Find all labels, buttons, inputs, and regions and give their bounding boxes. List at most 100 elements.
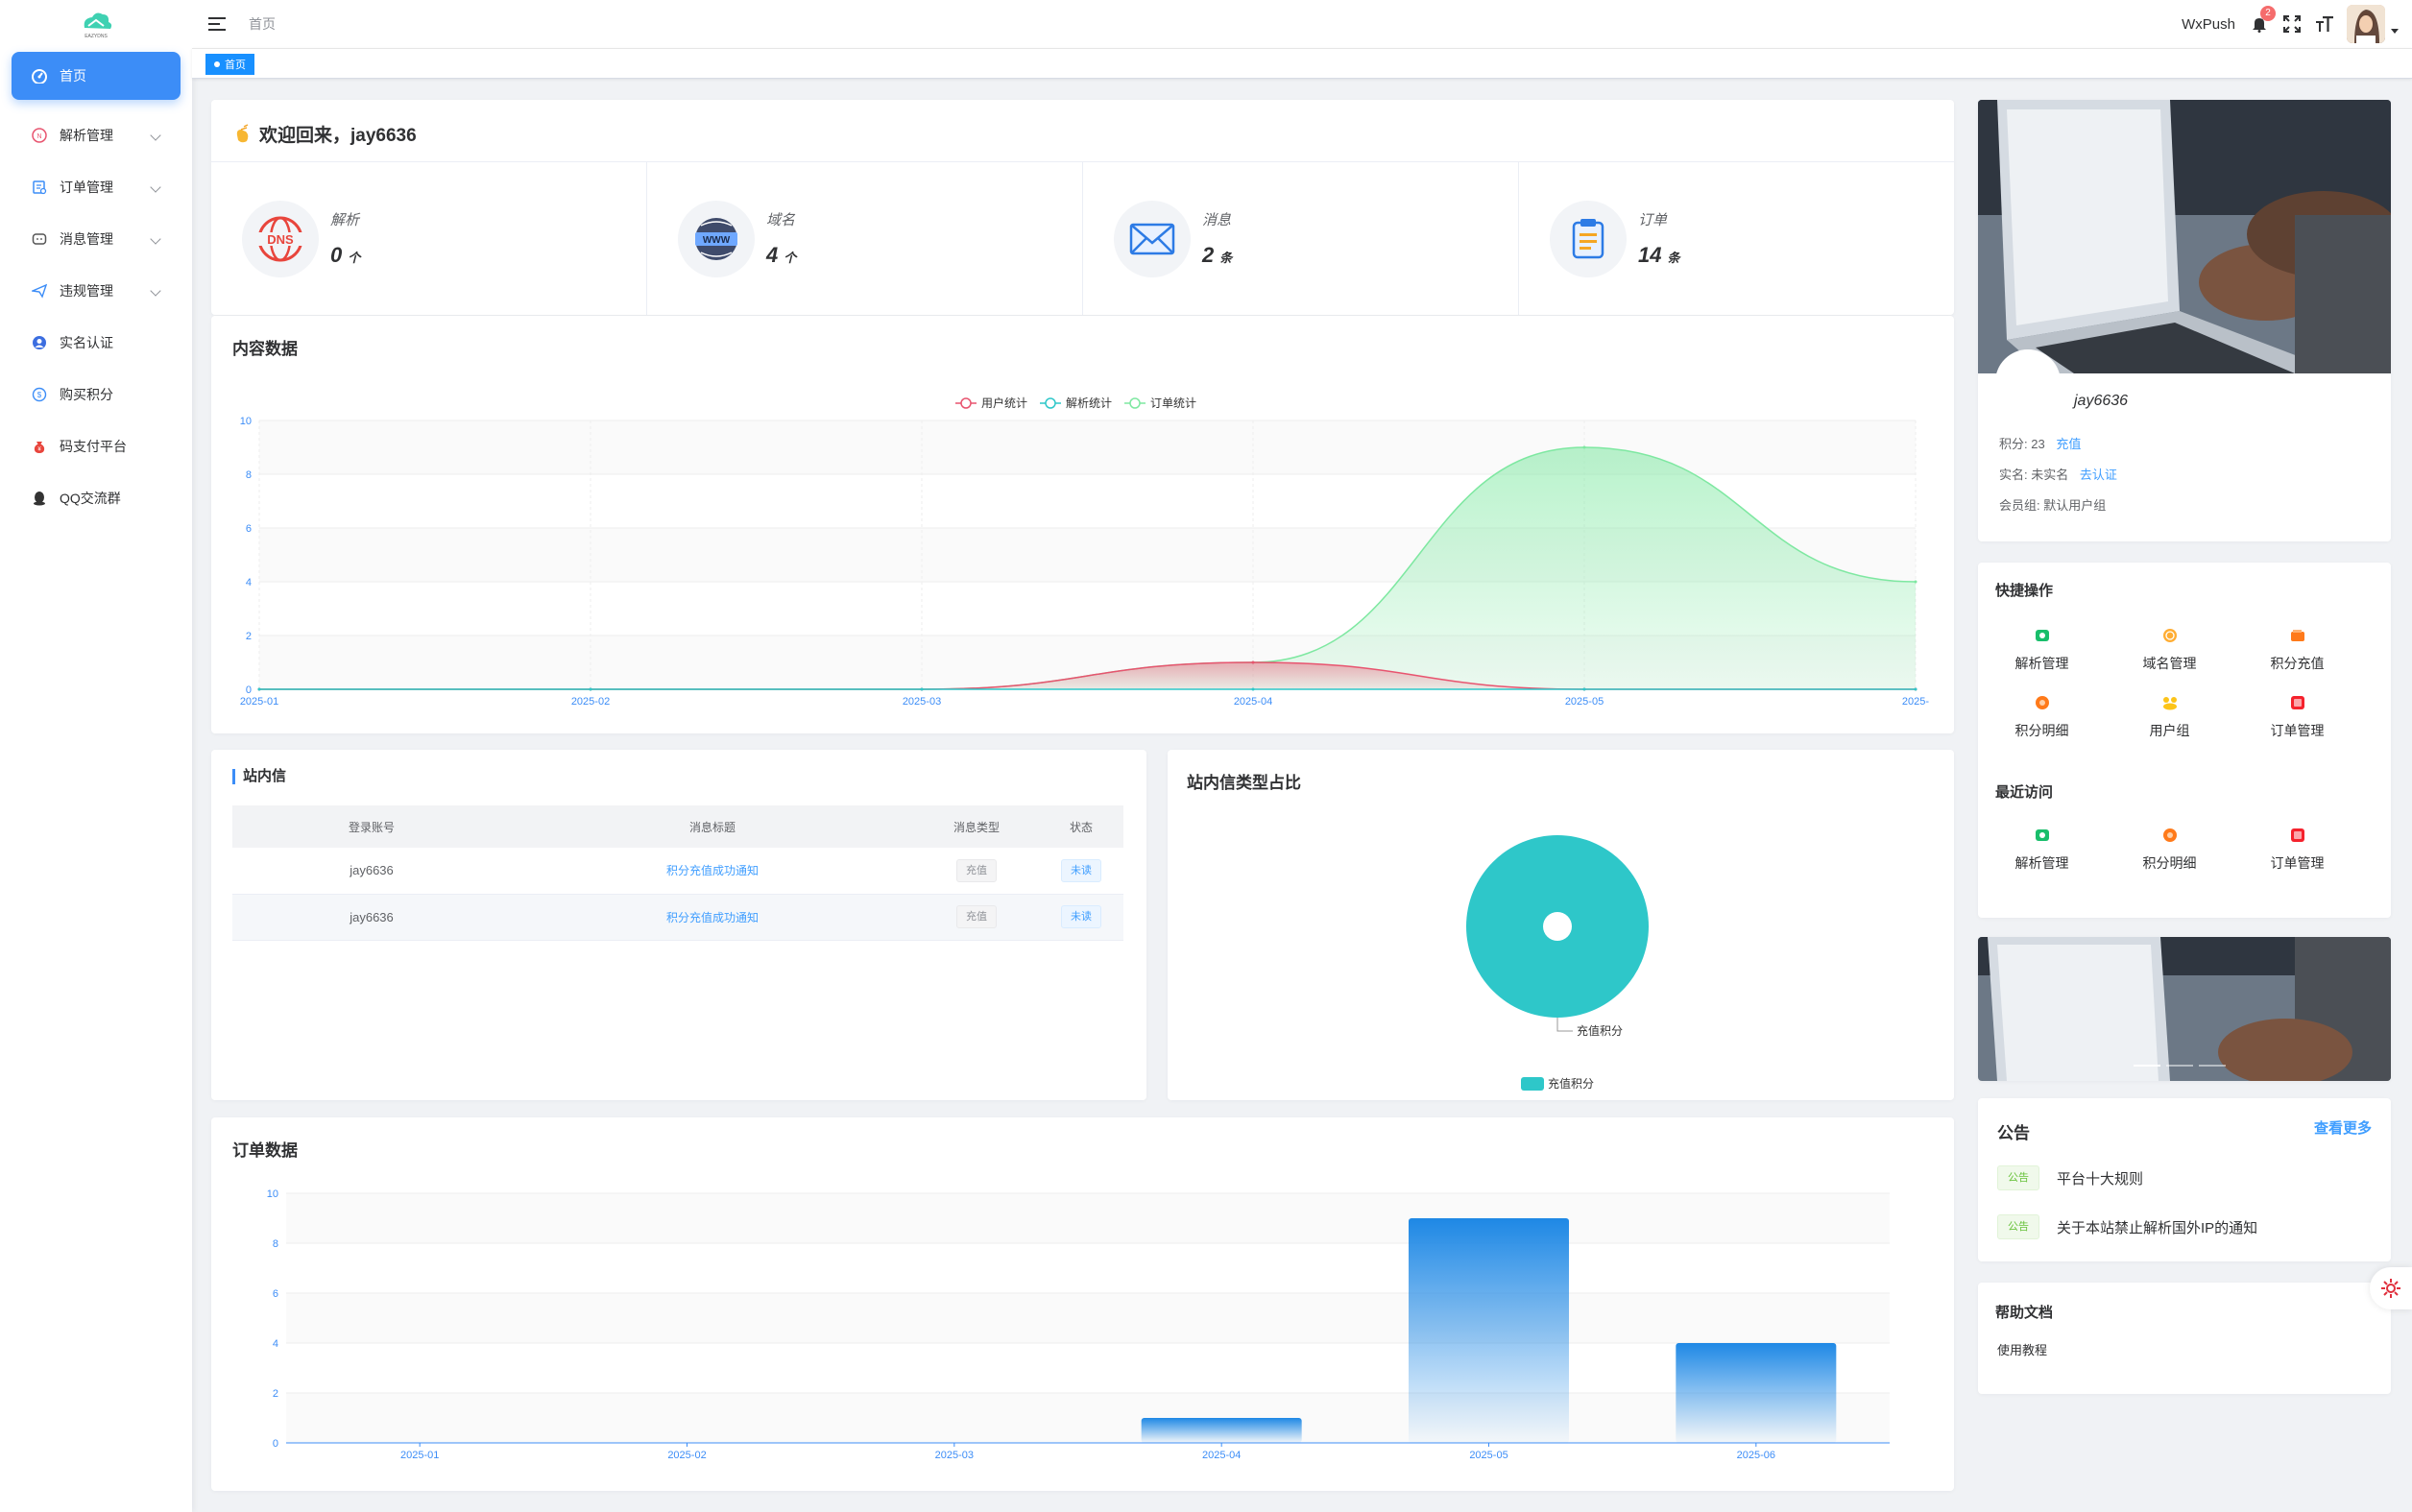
wxpush-link[interactable]: WxPush (2182, 16, 2235, 33)
legend-marker (960, 397, 972, 409)
y-tick-label: 10 (240, 416, 252, 427)
notice-item[interactable]: 公告 关于本站禁止解析国外IP的通知 (1997, 1214, 2257, 1239)
sidebar-item-label: 码支付平台 (60, 439, 127, 454)
sidebar-item-label: 实名认证 (60, 335, 113, 350)
bar (1676, 1343, 1837, 1443)
view-more-link[interactable]: 查看更多 (2314, 1117, 2372, 1138)
x-tick-label: 2025-06 (1737, 1450, 1775, 1461)
bar (1141, 1418, 1302, 1443)
y-tick-label: 0 (273, 1438, 278, 1450)
legend-label: 充值积分 (1548, 1076, 1594, 1091)
sidebar-item-buy-points[interactable]: $ 购买积分 (12, 369, 181, 420)
stat-messages[interactable]: 消息 2条 (1083, 161, 1519, 315)
stat-value: 0个 (330, 243, 361, 267)
floating-tool-button[interactable] (2370, 1267, 2412, 1309)
x-tick-label: 2025-05 (1565, 696, 1604, 708)
avatar[interactable] (2347, 5, 2385, 43)
verify-link[interactable]: 去认证 (2080, 468, 2117, 482)
sidebar-item-label: 首页 (60, 68, 86, 84)
quick-recharge[interactable]: 积分充值 (2233, 616, 2361, 684)
type-tag: 充值 (956, 858, 997, 882)
profile-banner-image (1978, 100, 2391, 373)
x-tick-label: 2025-02 (571, 696, 610, 708)
realname-line: 实名: 未实名 去认证 (1999, 468, 2117, 482)
data-point (920, 687, 924, 691)
logo-text: EAZYDNS (84, 34, 108, 39)
sidebar-item-orders[interactable]: 订单管理 (12, 161, 181, 213)
status-badge: 未读 (1061, 858, 1101, 882)
table-header[interactable]: 状态 (1039, 805, 1123, 848)
help-tutorial-link[interactable]: 使用教程 (1997, 1340, 2047, 1358)
recharge-link[interactable]: 充值 (2056, 437, 2081, 451)
recent-orders[interactable]: 订单管理 (2233, 816, 2361, 883)
y-tick-label: 2 (246, 631, 252, 642)
table-header[interactable]: 消息标题 (511, 805, 914, 848)
order-quick-icon (2289, 694, 2306, 711)
table-row[interactable]: jay6636 积分充值成功通知 充值 未读 (232, 848, 1123, 895)
notice-tag: 公告 (1997, 1165, 2039, 1190)
svg-text:WWW: WWW (703, 235, 731, 246)
sidebar-item-messages[interactable]: 消息管理 (12, 213, 181, 265)
message-title-link[interactable]: 积分充值成功通知 (666, 911, 759, 924)
table-header[interactable]: 消息类型 (914, 805, 1039, 848)
sidebar-item-codepay[interactable]: ¥ 码支付平台 (12, 420, 181, 472)
dns-recent-icon (2034, 827, 2051, 844)
font-size-icon[interactable] (2314, 13, 2335, 35)
coin-recent-icon (2161, 827, 2179, 844)
table-row[interactable]: jay6636 积分充值成功通知 充值 未读 (232, 894, 1123, 941)
moneybag-icon: ¥ (31, 438, 48, 455)
status-badge: 未读 (1061, 905, 1101, 928)
sidebar-item-home[interactable]: 首页 (12, 52, 181, 100)
sidebar-item-qq[interactable]: QQ交流群 (12, 472, 181, 524)
users-quick-icon (2161, 694, 2179, 711)
table-header[interactable]: 登录账号 (232, 805, 511, 848)
stat-label: 域名 (766, 212, 796, 228)
sidebar-item-label: 解析管理 (60, 128, 113, 143)
sidebar-item-dns[interactable]: N 解析管理 (12, 109, 181, 161)
type-tag: 充值 (956, 905, 997, 928)
menu-toggle-icon[interactable] (208, 17, 226, 31)
notice-item[interactable]: 公告 平台十大规则 (1997, 1165, 2143, 1190)
quick-orders[interactable]: 订单管理 (2233, 684, 2361, 751)
pie-hole (1543, 912, 1572, 941)
fullscreen-icon[interactable] (2281, 13, 2303, 35)
legend-marker (1045, 397, 1056, 409)
sidebar-item-label: QQ交流群 (60, 491, 121, 506)
logo-icon: EAZYDNS (84, 12, 112, 39)
dns-quick-icon (2034, 627, 2051, 644)
tab-home[interactable]: 首页 (205, 54, 254, 75)
y-tick-label: 6 (246, 523, 252, 535)
quick-dns[interactable]: 解析管理 (1978, 616, 2106, 684)
y-tick-label: 8 (273, 1238, 278, 1250)
message-title-link[interactable]: 积分充值成功通知 (666, 864, 759, 877)
bell-icon[interactable]: 2 (2249, 6, 2276, 35)
tags-view: 首页 (192, 48, 2412, 79)
carousel[interactable] (1978, 937, 2391, 1081)
profile-avatar[interactable] (1995, 349, 2061, 415)
recent-points-detail[interactable]: 积分明细 (2106, 816, 2233, 883)
chevron-down-icon (150, 233, 161, 245)
stat-orders[interactable]: 订单 14 条 (1519, 161, 1954, 315)
account-cell: jay6636 (232, 848, 511, 895)
sidebar-item-violations[interactable]: 违规管理 (12, 265, 181, 317)
legend-marker (1521, 1077, 1544, 1091)
station-messages-card: 站内信 登录账号 消息标题 消息类型 状态 jay6636 积分充值成功通知 充… (211, 750, 1146, 1100)
logo[interactable]: EAZYDNS (0, 0, 192, 48)
recent-dns[interactable]: 解析管理 (1978, 816, 2106, 883)
chevron-down-icon (150, 181, 161, 193)
dns-icon: N (31, 127, 48, 144)
breadcrumb[interactable]: 首页 (249, 14, 276, 34)
profile-name: jay6636 (2074, 393, 2129, 409)
notice-card: 公告 查看更多 公告 平台十大规则 公告 关于本站禁止解析国外IP的通知 (1978, 1098, 2391, 1261)
quick-user-group[interactable]: 用户组 (2106, 684, 2233, 751)
stat-dns[interactable]: DNS 解析 0个 (211, 161, 647, 315)
grid-band (286, 1393, 1890, 1443)
coin-quick-icon (2034, 694, 2051, 711)
data-point (1582, 687, 1586, 691)
sidebar-item-realname[interactable]: 实名认证 (12, 317, 181, 369)
caret-down-icon[interactable] (2391, 28, 2399, 34)
stat-domain[interactable]: WWW 域名 4个 (647, 161, 1083, 315)
quick-points-detail[interactable]: 积分明细 (1978, 684, 2106, 751)
quick-domain[interactable]: 域名管理 (2106, 616, 2233, 684)
quick-ops-grid: 解析管理 域名管理 积分充值 积分明细 用户组 订单管理 (1978, 616, 2391, 751)
